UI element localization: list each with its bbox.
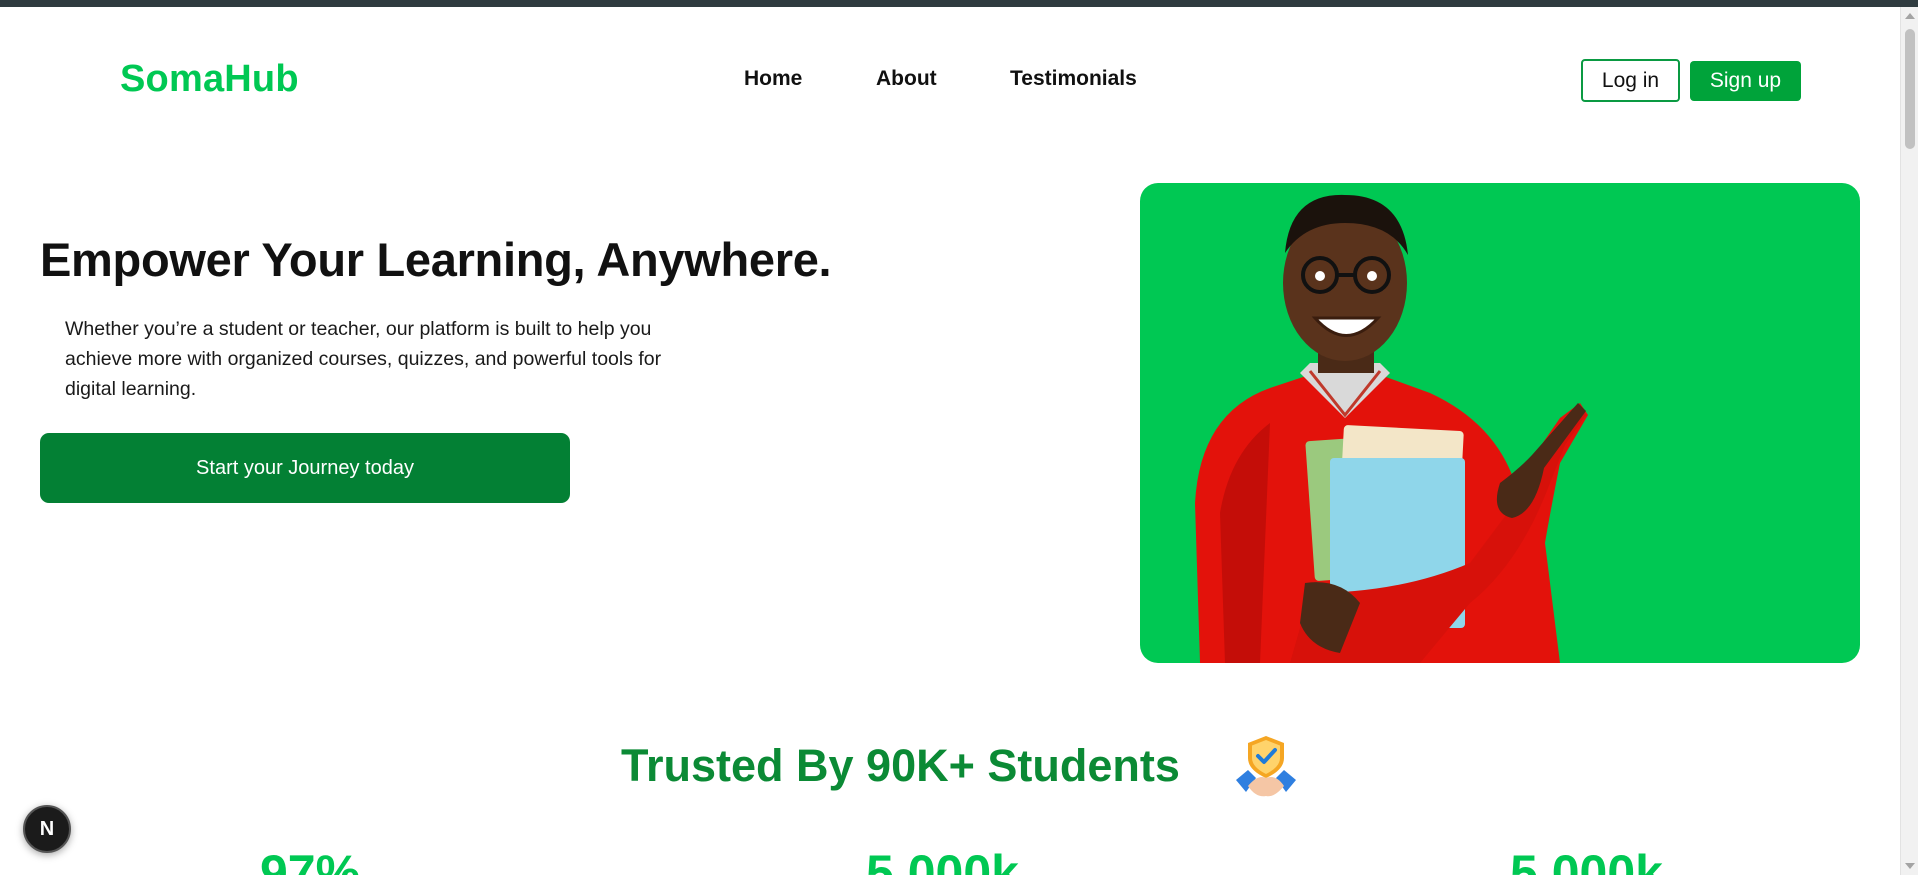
scroll-up-icon[interactable] bbox=[1905, 13, 1915, 19]
browser-top-bar bbox=[0, 0, 1918, 7]
signup-button[interactable]: Sign up bbox=[1690, 61, 1801, 101]
scrollbar-thumb[interactable] bbox=[1905, 29, 1915, 149]
handshake-shield-icon bbox=[1234, 734, 1298, 802]
dev-tools-badge[interactable]: N bbox=[23, 805, 71, 853]
student-pointing-photo bbox=[1195, 194, 1588, 663]
trusted-title: Trusted By 90K+ Students bbox=[621, 740, 1180, 791]
nav-item-testimonials[interactable]: Testimonials bbox=[1010, 67, 1137, 91]
start-journey-button[interactable]: Start your Journey today bbox=[40, 433, 570, 503]
vertical-scrollbar[interactable] bbox=[1900, 7, 1918, 875]
nav-item-home[interactable]: Home bbox=[744, 67, 802, 91]
hero-description: Whether you’re a student or teacher, our… bbox=[65, 318, 662, 400]
dev-tools-badge-label: N bbox=[39, 817, 55, 840]
hero-image bbox=[1140, 183, 1860, 663]
site-logo[interactable]: SomaHub bbox=[120, 58, 299, 101]
stat-value-1: 97% bbox=[260, 845, 361, 875]
nav-item-about[interactable]: About bbox=[876, 67, 937, 91]
login-button[interactable]: Log in bbox=[1581, 59, 1680, 102]
hero-title: Empower Your Learning, Anywhere. bbox=[40, 233, 832, 286]
scroll-down-icon[interactable] bbox=[1905, 863, 1915, 869]
stat-value-3: 5,000k bbox=[1510, 845, 1663, 875]
stat-value-2: 5,000k bbox=[866, 845, 1019, 875]
